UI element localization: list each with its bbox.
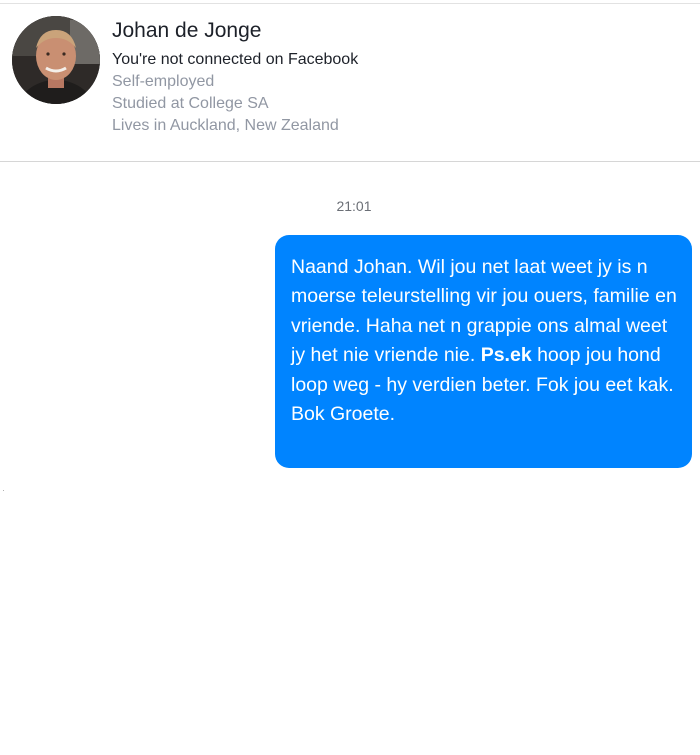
message-bold-text: Ps.ek [480,344,532,367]
profile-location: Lives in Auckland, New Zealand [112,117,339,134]
connection-status: You're not connected on Facebook [112,51,359,68]
profile-info: Johan de Jonge You're not connected on F… [112,18,358,137]
stray-dot [3,490,4,491]
profile-name[interactable]: Johan de Jonge [112,18,358,44]
profile-education: Studied at College SA [112,95,269,112]
message-text: Naand Johan. Wil jou net laat weet jy is… [291,253,680,429]
avatar-photo [12,16,100,104]
avatar[interactable] [12,16,100,104]
profile-header: Johan de Jonge You're not connected on F… [0,4,700,162]
outgoing-message-bubble[interactable]: Naand Johan. Wil jou net laat weet jy is… [275,235,692,468]
profile-work: Self-employed [112,73,215,90]
message-timestamp: 21:01 [336,198,372,214]
